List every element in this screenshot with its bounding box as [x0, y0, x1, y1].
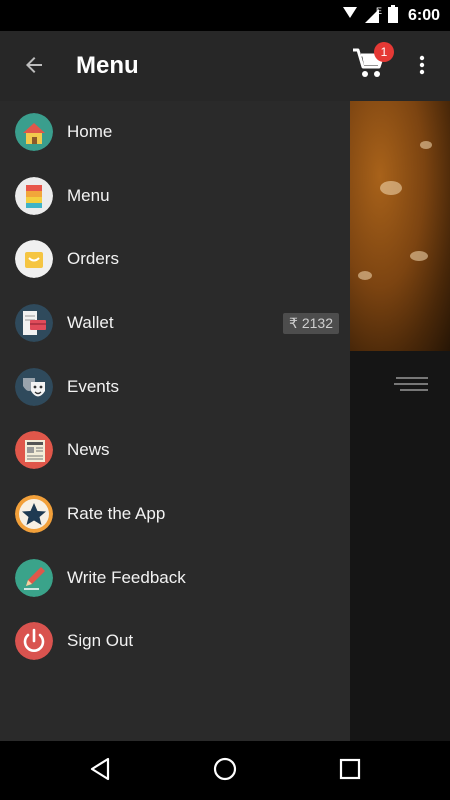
drawer-item-write-feedback[interactable]: Write Feedback [0, 547, 350, 609]
wallet-icon [15, 304, 53, 342]
drawer-item-label: Sign Out [67, 631, 134, 650]
drawer-item-home[interactable]: Home [0, 101, 350, 163]
newspaper-icon [15, 431, 53, 469]
pencil-icon [15, 559, 53, 597]
drawer-item-events[interactable]: Events [0, 356, 350, 418]
theater-masks-icon [15, 368, 53, 406]
overflow-menu-button[interactable] [408, 51, 436, 83]
star-icon [15, 495, 53, 533]
drawer-item-label: Wallet [67, 313, 114, 332]
wallet-balance-badge: ₹ 2132 [283, 313, 339, 334]
triangle-back-icon [89, 757, 111, 786]
food-banner-image [350, 101, 450, 351]
drawer-item-label: Home [67, 122, 113, 141]
drawer-item-news[interactable]: News [0, 419, 350, 481]
status-bar: E 6:00 [0, 0, 450, 31]
square-recents-icon [338, 757, 362, 786]
drawer-item-sign-out[interactable]: Sign Out [0, 610, 350, 672]
power-icon [15, 622, 53, 660]
back-button[interactable] [18, 51, 50, 83]
nav-recents-button[interactable] [334, 755, 366, 787]
arrow-back-icon [22, 53, 46, 82]
drawer-item-label: Write Feedback [67, 568, 186, 587]
shopping-bag-icon [15, 240, 53, 278]
list-view-icon[interactable] [392, 377, 428, 393]
app-bar: Menu 1 [0, 31, 450, 101]
drawer-item-label: Menu [67, 186, 110, 205]
drawer-item-rate-app[interactable]: Rate the App [0, 483, 350, 545]
drawer-item-menu[interactable]: Menu [0, 165, 350, 227]
nav-home-button[interactable] [209, 755, 241, 787]
main-content [350, 101, 450, 741]
circle-home-icon [212, 756, 238, 787]
nav-back-button[interactable] [84, 755, 116, 787]
system-nav-bar [0, 741, 450, 800]
page-title: Menu [76, 52, 139, 79]
status-icons: E 6:00 [342, 4, 440, 28]
home-icon [15, 113, 53, 151]
status-time: 6:00 [407, 7, 440, 24]
more-vert-icon [419, 55, 425, 80]
network-type-icon: E [364, 6, 382, 24]
menu-book-icon [15, 177, 53, 215]
drawer-item-label: Events [67, 377, 119, 396]
drawer-item-label: News [67, 440, 110, 459]
signal-icon [342, 6, 358, 27]
drawer-item-label: Rate the App [67, 504, 166, 523]
cart-count-badge: 1 [374, 42, 394, 62]
drawer-item-wallet[interactable]: Wallet ₹ 2132 [0, 292, 350, 354]
drawer-item-orders[interactable]: Orders [0, 228, 350, 290]
cart-icon [352, 48, 386, 83]
battery-icon [387, 4, 398, 28]
navigation-drawer: Home Menu Orders Wallet ₹ 2132 Events Ne… [0, 101, 350, 741]
drawer-item-label: Orders [67, 249, 119, 268]
